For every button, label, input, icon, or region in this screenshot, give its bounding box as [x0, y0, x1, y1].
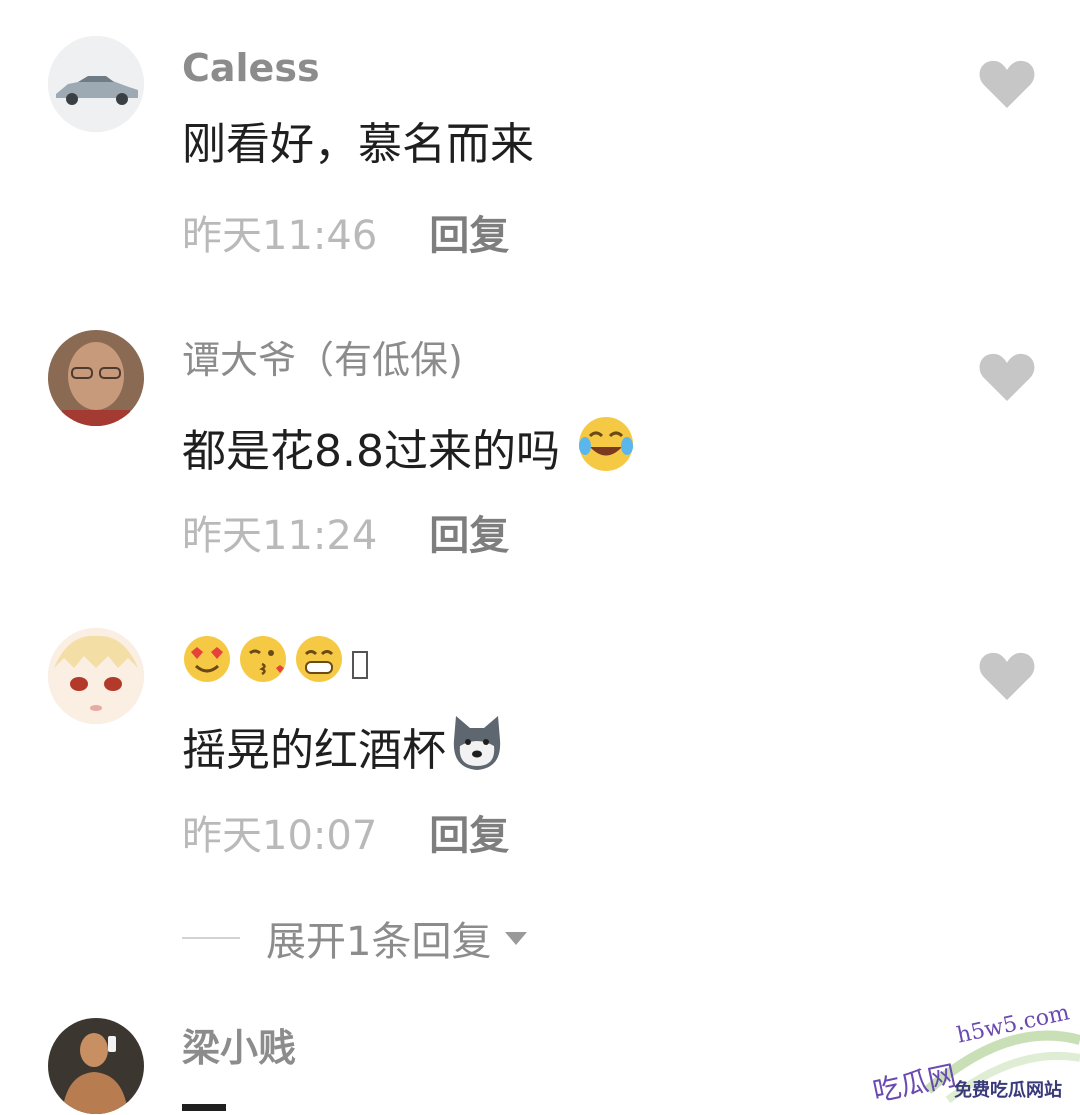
username[interactable]: 谭大爷（有低保) [182, 336, 463, 384]
reply-button[interactable]: 回复 [429, 813, 509, 859]
comment-time: 昨天10:07 [182, 813, 378, 859]
comment-text: 摇晃的红酒杯 [182, 712, 508, 790]
username[interactable] [182, 634, 368, 695]
comment-time: 昨天11:24 [182, 513, 378, 559]
missing-glyph-box [352, 650, 368, 679]
heart-icon[interactable] [978, 351, 1036, 403]
username[interactable]: Caless [182, 44, 320, 92]
heart-icon[interactable] [978, 58, 1036, 110]
watermark-slogan: 免费吃瓜网站 [954, 1080, 1062, 1101]
avatar[interactable] [48, 628, 144, 724]
reply-button[interactable]: 回复 [429, 213, 509, 259]
site-watermark: h5w5.com 吃瓜网 免费吃瓜网站 [868, 1000, 1080, 1111]
comment-text: 刚看好，慕名而来 [182, 115, 534, 175]
expand-replies-label: 展开1条回复 [266, 919, 492, 965]
comment-time: 昨天11:46 [182, 213, 378, 259]
comment-text-label: 摇晃的红酒杯 [182, 725, 446, 776]
username[interactable]: 梁小贱 [182, 1024, 296, 1072]
comment-meta: 昨天11:24 回复 [182, 508, 509, 564]
expand-replies-button[interactable]: 展开1条回复 [182, 910, 528, 966]
comment-meta: 昨天11:46 回复 [182, 208, 509, 264]
car-avatar-image [48, 36, 144, 132]
comment-text-label: 刚看好，慕名而来 [182, 119, 534, 170]
comment-text: 都是花8.8过来的吗 [182, 414, 636, 490]
shirtless-man-avatar-image [48, 1018, 144, 1114]
avatar[interactable] [48, 36, 144, 132]
divider-line [182, 937, 240, 939]
tears-of-joy-emoji [576, 414, 636, 490]
kiss-emoji [238, 634, 288, 695]
comment-text-cutoff [182, 1104, 226, 1111]
anime-girl-avatar-image [48, 628, 144, 724]
caret-down-icon [505, 931, 528, 945]
husky-dog-emoji [446, 712, 508, 790]
comment-meta: 昨天10:07 回复 [182, 808, 509, 864]
heart-icon[interactable] [978, 650, 1036, 702]
avatar[interactable] [48, 330, 144, 426]
reply-button[interactable]: 回复 [429, 513, 509, 559]
comment-text-label: 都是花8.8过来的吗 [182, 426, 560, 477]
elderly-man-avatar-image [48, 330, 144, 426]
heart-eyes-emoji [182, 634, 232, 695]
grin-emoji [294, 634, 344, 695]
avatar[interactable] [48, 1018, 144, 1114]
